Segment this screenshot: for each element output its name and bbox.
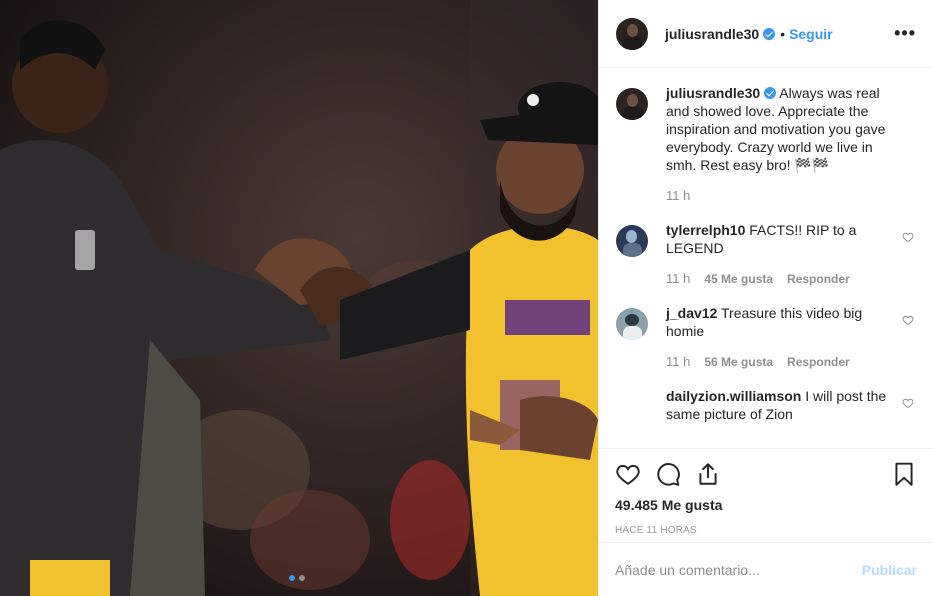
follow-button[interactable]: Seguir [789,26,833,42]
comment-meta: 11 h 56 Me gusta Responder [666,354,902,369]
action-bar [615,459,917,489]
caption-text: juliusrandle30 Always was real and showe… [666,84,902,174]
heart-icon[interactable] [902,397,914,409]
author-username[interactable]: juliusrandle30 [665,26,759,42]
post-actions: 49.485 Me gusta HACE 11 HORAS [599,448,932,536]
comment-composer: Publicar [599,542,932,596]
heart-icon[interactable] [902,231,914,243]
comment-username[interactable]: dailyzion.williamson [666,388,801,404]
post-timestamp[interactable]: HACE 11 HORAS [615,525,917,536]
comment-time[interactable]: 11 h [666,354,690,369]
comment-likes[interactable]: 45 Me gusta [704,272,773,286]
comment-body: tylerrelph10 FACTS!! RIP to a LEGEND 11 … [666,221,902,286]
heart-icon[interactable] [615,461,641,487]
carousel-dot[interactable] [299,575,305,581]
post-side-panel: juliusrandle30 • Seguir ••• juliusrandle… [598,0,932,596]
verified-badge-icon [764,87,777,99]
comments-list[interactable]: juliusrandle30 Always was real and showe… [599,68,932,448]
comment-body: dailyzion.williamson I will post the sam… [666,387,902,423]
post-header: juliusrandle30 • Seguir ••• [599,0,932,68]
comment-text: tylerrelph10 FACTS!! RIP to a LEGEND [666,221,902,257]
comment-item: j_dav12 Treasure this video big homie 11… [616,304,916,369]
comment-item: dailyzion.williamson I will post the sam… [616,387,916,423]
caption-avatar[interactable] [616,88,648,120]
comment-item: tylerrelph10 FACTS!! RIP to a LEGEND 11 … [616,221,916,286]
comment-icon[interactable] [655,461,681,487]
comment-likes[interactable]: 56 Me gusta [704,355,773,369]
heart-icon[interactable] [902,314,914,326]
likes-count[interactable]: 49.485 Me gusta [615,497,917,513]
caption-meta: 11 h [666,188,902,203]
comment-input[interactable] [615,561,862,578]
reply-button[interactable]: Responder [787,355,850,369]
comment-text: j_dav12 Treasure this video big homie [666,304,902,340]
bookmark-icon[interactable] [891,461,917,487]
carousel-indicator [289,575,305,581]
reply-button[interactable]: Responder [787,272,850,286]
carousel-dot-active[interactable] [289,575,295,581]
header-separator: • [780,25,786,42]
verified-badge-icon [763,27,776,40]
comment-username[interactable]: j_dav12 [666,305,717,321]
photo-illustration [0,0,598,596]
comment-username[interactable]: tylerrelph10 [666,222,745,238]
comment-meta: 11 h 45 Me gusta Responder [666,271,902,286]
comment-time[interactable]: 11 h [666,271,690,286]
comment-avatar[interactable] [616,308,648,340]
share-icon[interactable] [695,461,721,487]
caption-entry: juliusrandle30 Always was real and showe… [616,84,916,203]
author-avatar[interactable] [616,17,648,50]
comment-body: j_dav12 Treasure this video big homie 11… [666,304,902,369]
publish-button[interactable]: Publicar [862,562,917,578]
caption-time[interactable]: 11 h [666,188,690,203]
more-options-icon[interactable]: ••• [894,23,916,44]
comment-text: dailyzion.williamson I will post the sam… [666,387,902,423]
post-photo[interactable] [0,0,598,596]
comment-avatar[interactable] [616,225,648,257]
caption-username[interactable]: juliusrandle30 [666,85,760,101]
caption-body: juliusrandle30 Always was real and showe… [666,84,902,203]
